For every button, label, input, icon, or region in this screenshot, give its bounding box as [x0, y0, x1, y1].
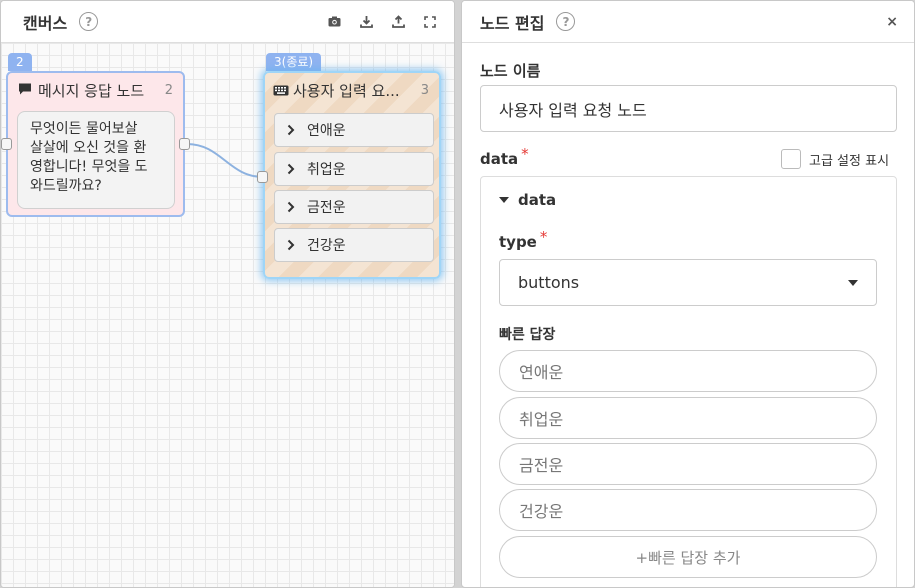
quick-reply-input[interactable]: 연애운 — [499, 350, 877, 392]
message-line: 무엇이든 물어보살 — [30, 121, 138, 137]
required-mark: * — [539, 228, 548, 246]
node-tag: 2 — [8, 53, 32, 71]
add-quick-reply-button[interactable]: +빠른 답장 추가 — [499, 536, 877, 578]
required-mark: * — [521, 145, 529, 163]
node-header: 사용자 입력 요... 3 — [265, 73, 439, 107]
download-icon[interactable] — [358, 14, 374, 30]
node-button-row[interactable]: 건강운 — [274, 228, 434, 262]
chevron-right-icon — [287, 239, 295, 251]
chevron-down-icon — [848, 279, 858, 286]
canvas-panel: 캔버스 ? 2 메시지 응답 노드 2 무엇이든 물어보살 살살에 오신 것을 … — [0, 0, 455, 588]
user-input-node[interactable]: 사용자 입력 요... 3 연애운 취업운 금전운 건강운 — [263, 71, 441, 279]
button-label: 금전운 — [307, 200, 346, 216]
node-number: 3 — [420, 82, 429, 98]
node-title: 메시지 응답 노드 — [38, 81, 145, 100]
caret-down-icon — [499, 196, 509, 204]
edit-title: 노드 편집 — [480, 13, 545, 33]
edit-header: 노드 편집 ? × — [462, 1, 914, 43]
node-button-row[interactable]: 연애운 — [274, 113, 434, 147]
data-section-header[interactable]: data — [499, 191, 556, 209]
advanced-settings-toggle[interactable]: 고급 설정 표시 — [781, 149, 889, 169]
help-icon[interactable]: ? — [79, 12, 99, 31]
quick-reply-label: 빠른 답장 — [499, 327, 556, 343]
message-line: 와드릴까요? — [30, 178, 102, 194]
keyboard-icon — [273, 81, 289, 100]
node-tag: 3(종료) — [266, 53, 322, 71]
message-line: 영합니다! 무엇을 도 — [30, 159, 148, 175]
node-number: 2 — [164, 82, 173, 98]
type-select-value: buttons — [518, 273, 580, 292]
quick-reply-input[interactable]: 금전운 — [499, 443, 877, 485]
data-section-title: data — [518, 191, 557, 209]
chevron-right-icon — [287, 201, 295, 213]
help-icon[interactable]: ? — [556, 12, 576, 31]
advanced-label: 고급 설정 표시 — [809, 153, 890, 169]
data-label-text: data — [480, 150, 519, 168]
chevron-right-icon — [287, 124, 295, 136]
advanced-checkbox[interactable] — [781, 149, 801, 169]
upload-icon[interactable] — [390, 14, 406, 30]
button-label: 건강운 — [307, 238, 346, 254]
canvas-title: 캔버스 — [23, 13, 68, 33]
canvas-header: 캔버스 ? — [1, 1, 454, 43]
button-label: 취업운 — [307, 162, 346, 178]
data-label: data * — [480, 145, 529, 168]
type-select[interactable]: buttons — [499, 259, 877, 306]
button-label: 연애운 — [307, 123, 346, 139]
canvas-toolbar — [326, 14, 438, 30]
speech-bubble-icon — [18, 81, 32, 100]
input-port[interactable] — [257, 171, 268, 183]
camera-icon[interactable] — [326, 14, 342, 30]
chevron-right-icon — [287, 163, 295, 175]
message-line: 살살에 오신 것을 환 — [30, 140, 147, 156]
node-name-label: 노드 이름 — [480, 62, 541, 80]
node-button-row[interactable]: 취업운 — [274, 152, 434, 186]
node-title: 사용자 입력 요... — [293, 81, 400, 100]
fullscreen-icon[interactable] — [422, 14, 438, 30]
node-header: 메시지 응답 노드 2 — [8, 73, 183, 107]
quick-reply-input[interactable]: 취업운 — [499, 397, 877, 439]
node-button-row[interactable]: 금전운 — [274, 190, 434, 224]
message-text: 무엇이든 물어보살 살살에 오신 것을 환 영합니다! 무엇을 도 와드릴까요? — [17, 111, 175, 209]
type-label: type * — [499, 228, 547, 251]
output-port[interactable] — [179, 138, 190, 150]
node-edit-panel: 노드 편집 ? × 노드 이름 사용자 입력 요청 노드 data * 고급 설정… — [461, 0, 915, 588]
node-name-input[interactable]: 사용자 입력 요청 노드 — [480, 85, 897, 132]
quick-reply-input[interactable]: 건강운 — [499, 489, 877, 531]
input-port[interactable] — [1, 138, 12, 150]
message-node[interactable]: 메시지 응답 노드 2 무엇이든 물어보살 살살에 오신 것을 환 영합니다! … — [6, 71, 185, 217]
close-icon[interactable]: × — [886, 14, 898, 30]
type-label-text: type — [499, 233, 537, 251]
